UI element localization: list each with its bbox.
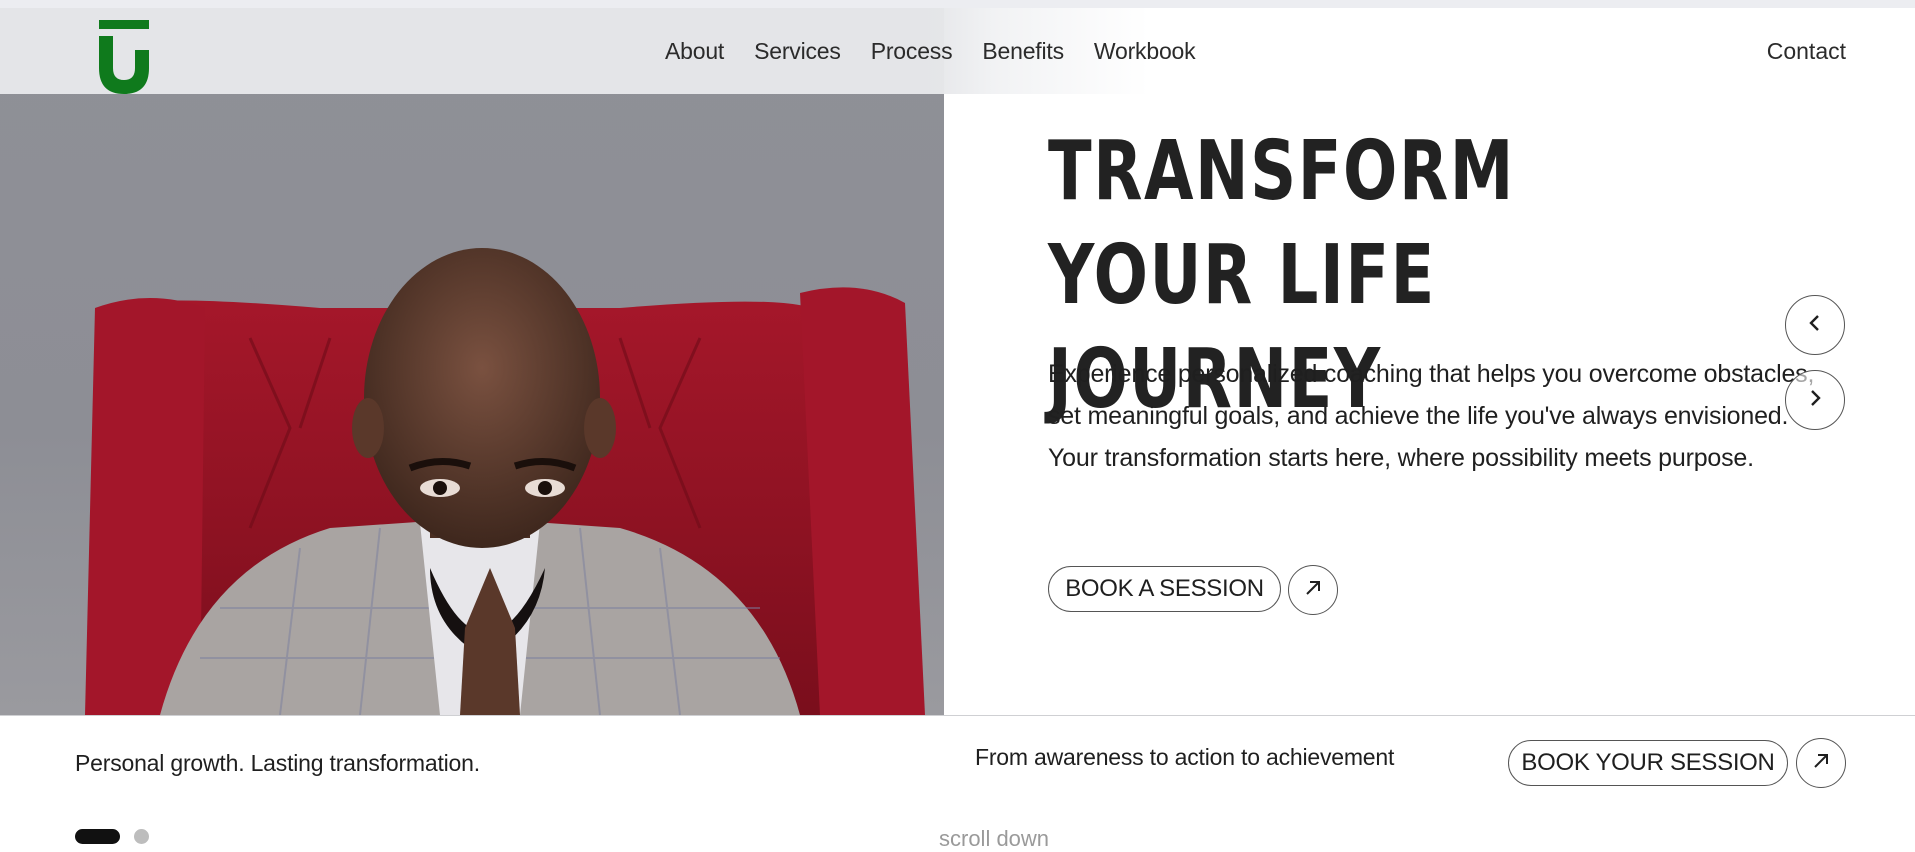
arrow-up-right-icon xyxy=(1303,578,1323,603)
hero-title-line1: TRANSFORM YOUR LIFE xyxy=(1048,124,1515,323)
scroll-down-hint[interactable]: scroll down xyxy=(939,826,1049,852)
nav-item-benefits[interactable]: Benefits xyxy=(982,38,1064,65)
hero-description: Experience personalized coaching that he… xyxy=(1048,360,1815,472)
main-nav: About Services Process Benefits Workbook xyxy=(665,38,1225,65)
section-divider xyxy=(0,715,1915,716)
slide-next-button[interactable] xyxy=(1785,370,1845,430)
site-header: About Services Process Benefits Workbook… xyxy=(0,8,1915,94)
tagline-center: From awareness to action to achievement xyxy=(975,744,1395,770)
top-border xyxy=(0,0,1915,8)
slide-dot[interactable] xyxy=(134,829,149,844)
nav-item-contact[interactable]: Contact xyxy=(1767,38,1846,65)
tagline-left: Personal growth. Lasting transformation. xyxy=(75,750,480,776)
nav-item-services[interactable]: Services xyxy=(754,38,841,65)
chevron-left-icon xyxy=(1807,313,1823,338)
nav-item-about[interactable]: About xyxy=(665,38,724,65)
book-a-session-button[interactable]: BOOK A SESSION xyxy=(1048,566,1281,612)
chevron-right-icon xyxy=(1807,388,1823,413)
slide-dot-active[interactable] xyxy=(75,829,120,844)
hero-photo xyxy=(0,8,944,715)
slide-indicator xyxy=(75,829,149,844)
nav-item-workbook[interactable]: Workbook xyxy=(1094,38,1196,65)
book-your-session-arrow-button[interactable] xyxy=(1796,738,1846,788)
brand-logo[interactable] xyxy=(97,20,151,94)
book-a-session-arrow-button[interactable] xyxy=(1288,565,1338,615)
slide-prev-button[interactable] xyxy=(1785,295,1845,355)
nav-item-process[interactable]: Process xyxy=(871,38,953,65)
book-your-session-button[interactable]: BOOK YOUR SESSION xyxy=(1508,740,1788,786)
arrow-up-right-icon xyxy=(1811,751,1831,776)
